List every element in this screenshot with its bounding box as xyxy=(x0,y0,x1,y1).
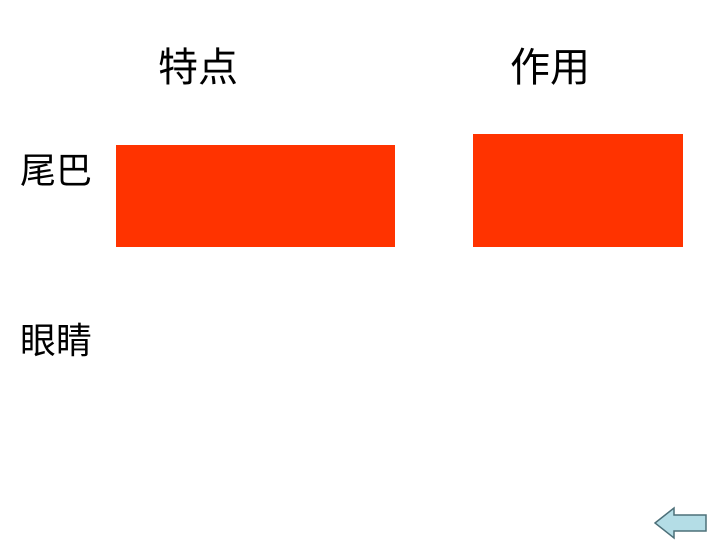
row-label-eyes: 眼睛 xyxy=(20,321,93,362)
answer-cover-tail-feature[interactable] xyxy=(116,145,395,247)
column-header-feature: 特点 xyxy=(158,45,238,91)
answer-cover-tail-function[interactable] xyxy=(473,134,683,247)
column-header-function: 作用 xyxy=(510,45,590,91)
left-arrow-icon xyxy=(654,506,707,540)
slide: 特点 作用 尾巴 眼睛 xyxy=(0,0,720,540)
row-label-tail: 尾巴 xyxy=(20,151,93,192)
back-button[interactable] xyxy=(654,506,708,540)
